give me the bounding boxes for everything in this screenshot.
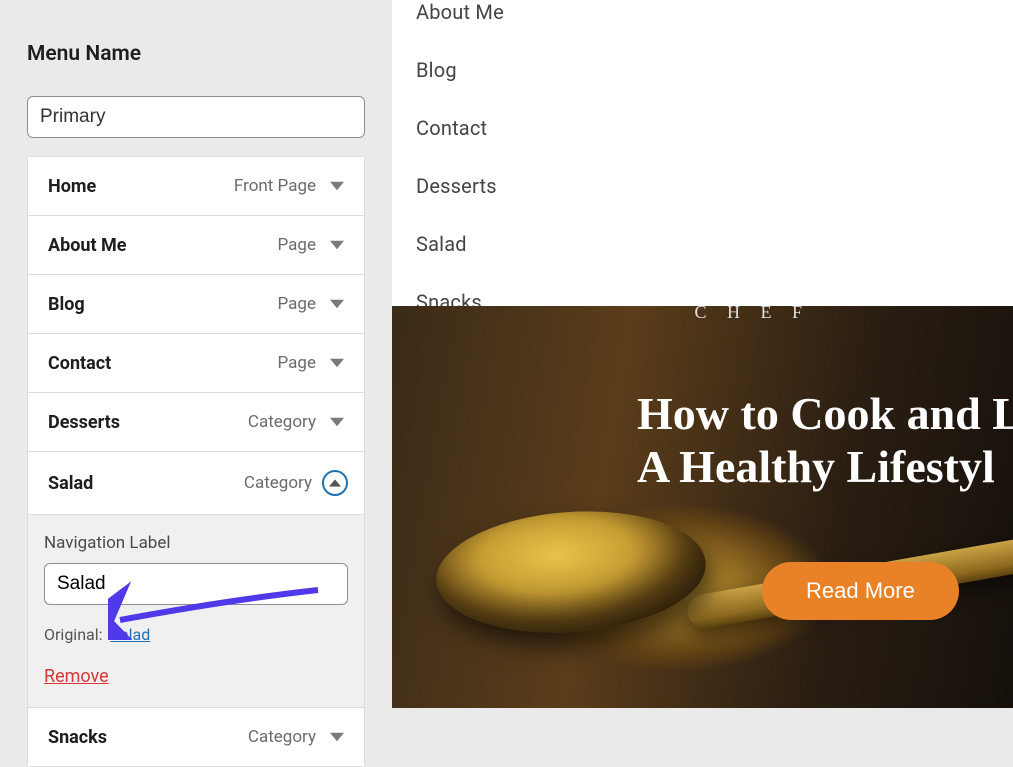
menu-item-type: Page [278, 353, 316, 373]
menu-item-type: Category [248, 412, 316, 432]
menu-item-label: Home [48, 176, 234, 197]
chevron-down-icon[interactable] [326, 352, 348, 374]
customizer-sidebar: Menu Name Home Front Page About Me Page … [0, 0, 392, 708]
nav-link-blog[interactable]: Blog [416, 58, 989, 82]
menu-item-type: Category [248, 727, 316, 747]
menu-items-list: Home Front Page About Me Page Blog Page … [27, 156, 365, 767]
hero-title: How to Cook and L A Healthy Lifestyl [637, 388, 1013, 494]
site-preview: About Me Blog Contact Desserts Salad Sna… [392, 0, 1013, 708]
nav-link-salad[interactable]: Salad [416, 232, 989, 256]
preview-nav-menu: About Me Blog Contact Desserts Salad Sna… [392, 0, 1013, 314]
menu-item-contact[interactable]: Contact Page [28, 334, 364, 393]
menu-item-type: Front Page [234, 176, 316, 196]
original-prefix: Original: [44, 625, 103, 644]
read-more-button[interactable]: Read More [762, 562, 959, 620]
menu-item-type: Page [278, 235, 316, 255]
original-line: Original: Salad [44, 625, 348, 644]
menu-name-input[interactable] [27, 96, 365, 138]
menu-item-snacks[interactable]: Snacks Category [28, 708, 364, 766]
hero-badge: C H E F [695, 302, 811, 323]
chevron-down-icon[interactable] [326, 234, 348, 256]
chevron-down-icon[interactable] [326, 175, 348, 197]
nav-link-about-me[interactable]: About Me [416, 0, 989, 24]
chevron-down-icon[interactable] [326, 726, 348, 748]
hero-title-line1: How to Cook and L [637, 388, 1013, 441]
chevron-down-icon[interactable] [326, 293, 348, 315]
menu-item-label: Desserts [48, 412, 248, 433]
menu-item-type: Page [278, 294, 316, 314]
nav-label-input[interactable] [44, 563, 348, 605]
menu-item-desserts[interactable]: Desserts Category [28, 393, 364, 452]
menu-item-salad[interactable]: Salad Category [28, 452, 364, 514]
menu-item-home[interactable]: Home Front Page [28, 157, 364, 216]
chevron-up-icon[interactable] [322, 470, 348, 496]
remove-menu-item-link[interactable]: Remove [44, 666, 109, 687]
section-title: Menu Name [27, 42, 365, 66]
original-link[interactable]: Salad [110, 625, 150, 644]
hero-title-line2: A Healthy Lifestyl [637, 441, 1013, 494]
nav-label-field-label: Navigation Label [44, 533, 348, 553]
chevron-down-icon[interactable] [326, 411, 348, 433]
menu-item-type: Category [244, 473, 312, 493]
menu-item-label: Blog [48, 294, 278, 315]
nav-link-desserts[interactable]: Desserts [416, 174, 989, 198]
menu-item-label: Salad [48, 473, 244, 494]
menu-item-about-me[interactable]: About Me Page [28, 216, 364, 275]
menu-item-edit-panel: Navigation Label Original: Salad Remove [28, 514, 364, 708]
menu-item-label: Snacks [48, 727, 248, 748]
menu-item-blog[interactable]: Blog Page [28, 275, 364, 334]
menu-item-label: About Me [48, 235, 278, 256]
hero-section: C H E F How to Cook and L A Healthy Life… [392, 306, 1013, 708]
nav-link-contact[interactable]: Contact [416, 116, 989, 140]
menu-item-label: Contact [48, 353, 278, 374]
